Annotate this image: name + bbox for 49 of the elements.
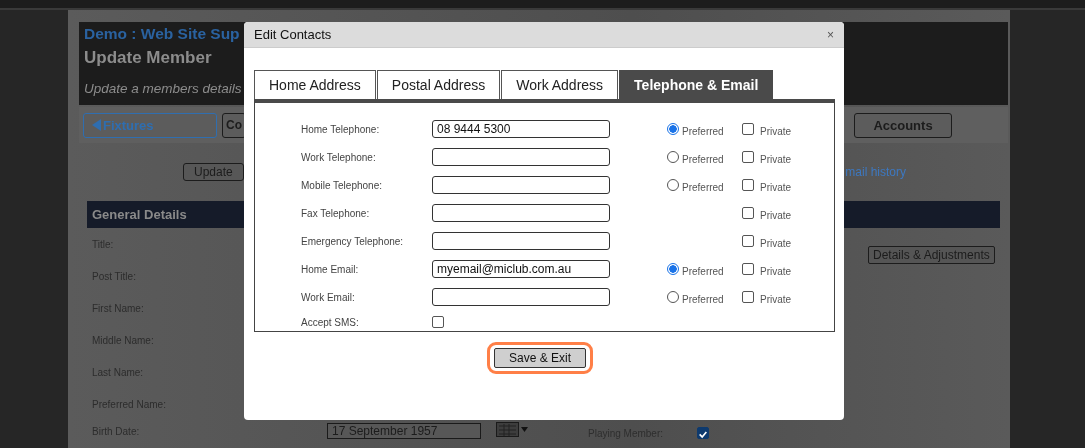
input-field[interactable] bbox=[432, 288, 610, 306]
field-label: Work Telephone: bbox=[301, 151, 377, 163]
field-label: Emergency Telephone: bbox=[301, 235, 405, 247]
close-button[interactable]: × bbox=[827, 27, 834, 42]
input-field[interactable] bbox=[432, 232, 610, 250]
option-label: Preferred bbox=[682, 153, 724, 165]
option-label: Private bbox=[760, 265, 792, 277]
input-field[interactable] bbox=[432, 148, 610, 166]
field-label: Home Telephone: bbox=[301, 123, 381, 135]
field-label: Accept SMS: bbox=[301, 316, 360, 328]
tab[interactable]: Telephone & Email bbox=[619, 70, 774, 99]
site-title: Demo : Web Site Sup bbox=[84, 25, 240, 43]
checkbox[interactable] bbox=[742, 179, 754, 191]
radio-button[interactable] bbox=[667, 263, 679, 275]
input-field[interactable] bbox=[432, 176, 610, 194]
field-label: Mobile Telephone: bbox=[301, 179, 383, 191]
input-field[interactable]: myemail@miclub.com.au bbox=[432, 260, 610, 278]
checkbox[interactable] bbox=[742, 151, 754, 163]
input-field[interactable]: 08 9444 5300 bbox=[432, 120, 610, 138]
field-label: Work Email: bbox=[301, 291, 356, 303]
option-label: Preferred bbox=[682, 125, 724, 137]
page-subtitle: Update a members details bbox=[84, 81, 242, 96]
checkbox[interactable] bbox=[742, 235, 754, 247]
radio-button[interactable] bbox=[667, 123, 679, 135]
tab[interactable]: Home Address bbox=[254, 70, 376, 99]
page-heading: Update Member bbox=[84, 48, 212, 68]
field-label: Fax Telephone: bbox=[301, 207, 371, 219]
tab[interactable]: Postal Address bbox=[376, 70, 501, 99]
option-label: Preferred bbox=[682, 293, 724, 305]
option-label: Preferred bbox=[682, 181, 724, 193]
checkbox[interactable] bbox=[697, 427, 710, 439]
checkbox[interactable] bbox=[432, 316, 444, 328]
option-label: Private bbox=[760, 209, 792, 221]
tab[interactable]: Work Address bbox=[501, 70, 619, 99]
option-label: Private bbox=[760, 237, 792, 249]
checkbox[interactable] bbox=[742, 123, 754, 135]
option-label: Private bbox=[760, 125, 792, 137]
dialog-title: Edit Contacts bbox=[254, 27, 332, 42]
input-field[interactable] bbox=[432, 204, 610, 222]
save-button[interactable]: Save & Exit bbox=[494, 348, 586, 368]
checkbox[interactable] bbox=[742, 263, 754, 275]
back-arrow-icon bbox=[92, 119, 101, 131]
option-label: Preferred bbox=[682, 265, 724, 277]
checkbox[interactable] bbox=[742, 291, 754, 303]
field-label: Home Email: bbox=[301, 263, 360, 275]
checkbox[interactable] bbox=[742, 207, 754, 219]
option-label: Private bbox=[760, 153, 792, 165]
option-label: Private bbox=[760, 181, 792, 193]
option-label: Private bbox=[760, 293, 792, 305]
